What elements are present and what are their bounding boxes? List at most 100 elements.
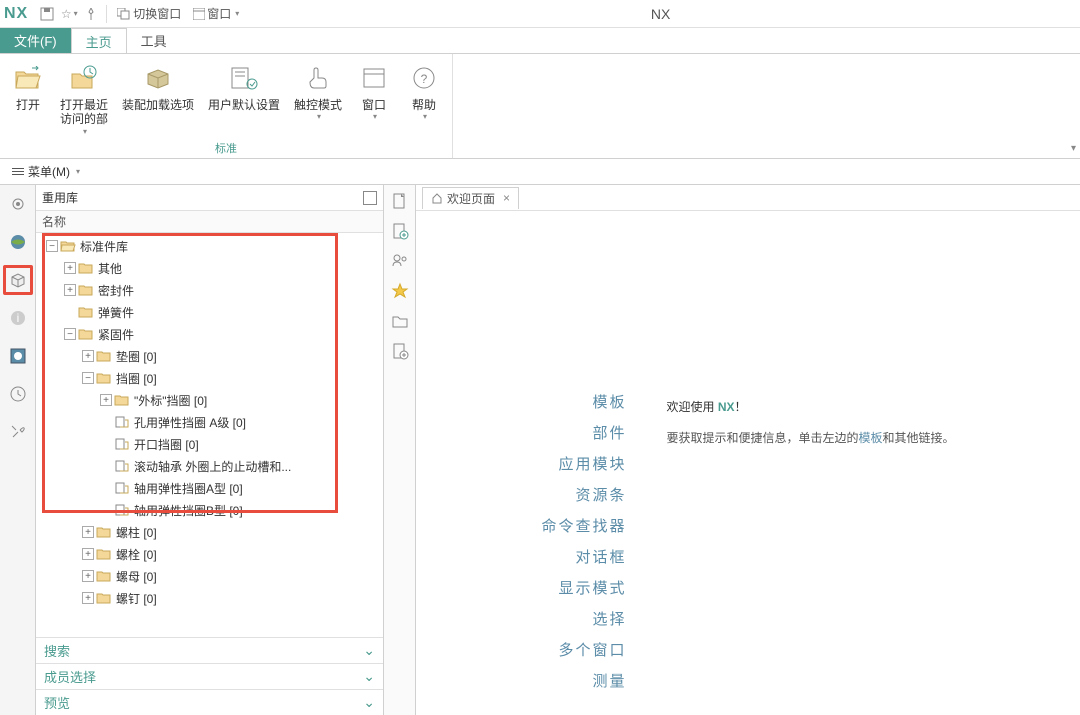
folder-icon <box>78 305 94 319</box>
tree-row[interactable]: +螺柱 [0] <box>36 521 383 543</box>
welcome-nav-link[interactable]: 多个窗口 <box>558 639 626 660</box>
expand-icon[interactable]: + <box>82 526 94 538</box>
nx-logo: NX <box>4 5 28 23</box>
collapse-icon[interactable]: − <box>46 240 58 252</box>
welcome-nav-link[interactable]: 资源条 <box>575 484 626 505</box>
reuse-library-panel: 重用库 名称 −标准件库+其他+密封件弹簧件−紧固件+垫圈 [0]−挡圈 [0]… <box>36 185 384 715</box>
item-icon <box>114 415 130 429</box>
column-header-name[interactable]: 名称 <box>36 211 383 233</box>
expand-icon[interactable]: + <box>100 394 112 406</box>
tree-row[interactable]: +其他 <box>36 257 383 279</box>
rail-info-icon[interactable]: i <box>3 303 33 333</box>
help-button[interactable]: ? 帮助 ▾ <box>400 60 448 138</box>
tree-view[interactable]: −标准件库+其他+密封件弹簧件−紧固件+垫圈 [0]−挡圈 [0]+"外标"挡圈… <box>36 233 383 637</box>
res-doc-plus-icon[interactable] <box>388 339 412 363</box>
save-icon[interactable] <box>36 3 58 25</box>
res-new-icon[interactable] <box>388 189 412 213</box>
chevron-down-icon: ⌄ <box>363 642 375 659</box>
tab-home[interactable]: 主页 <box>71 28 127 53</box>
expand-icon[interactable]: + <box>82 570 94 582</box>
tree-label: 螺母 [0] <box>116 568 157 585</box>
welcome-nav-link[interactable]: 模板 <box>592 391 626 412</box>
switch-window-button[interactable]: 切换窗口 <box>111 3 187 25</box>
star-icon[interactable]: ☆▾ <box>58 3 80 25</box>
tree-label: 密封件 <box>98 282 134 299</box>
window-title: NX <box>245 6 1076 22</box>
open-recent-icon <box>68 62 100 94</box>
res-people-icon[interactable] <box>388 249 412 273</box>
tree-row[interactable]: −挡圈 [0] <box>36 367 383 389</box>
ribbon: 打开 打开最近 访问的部 ▾ 装配加载选项 用户默认设置 触控模式 ▾ <box>0 54 1080 159</box>
tree-row[interactable]: 轴用弹性挡圈B型 [0] <box>36 499 383 521</box>
tree-row[interactable]: + 密封件 <box>36 279 383 301</box>
tree-row[interactable]: 孔用弹性挡圈 A级 [0] <box>36 411 383 433</box>
welcome-nav-link[interactable]: 部件 <box>592 422 626 443</box>
tree-label: 开口挡圈 [0] <box>134 436 199 453</box>
window-ribbon-button[interactable]: 窗口 ▾ <box>350 60 398 138</box>
open-button[interactable]: 打开 <box>4 60 52 138</box>
folder-icon <box>96 547 112 561</box>
separator <box>106 5 107 23</box>
window-button[interactable]: 窗口▾ <box>187 3 245 25</box>
tree-row[interactable]: +"外标"挡圈 [0] <box>36 389 383 411</box>
expand-icon[interactable]: + <box>82 548 94 560</box>
touch-mode-button[interactable]: 触控模式 ▾ <box>288 60 348 138</box>
tree-row[interactable]: +垫圈 [0] <box>36 345 383 367</box>
welcome-nav-link[interactable]: 命令查找器 <box>541 515 626 536</box>
rail-history-icon[interactable] <box>3 379 33 409</box>
assembly-icon <box>142 62 174 94</box>
tree-row[interactable]: 轴用弹性挡圈A型 [0] <box>36 477 383 499</box>
tree-row[interactable]: 弹簧件 <box>36 301 383 323</box>
member-section[interactable]: 成员选择 ⌄ <box>36 663 383 689</box>
welcome-nav-link[interactable]: 显示模式 <box>558 577 626 598</box>
maximize-icon[interactable] <box>363 191 377 205</box>
close-icon[interactable]: × <box>503 191 510 205</box>
tree-row[interactable]: +螺钉 [0] <box>36 587 383 609</box>
rail-gear-icon[interactable] <box>3 189 33 219</box>
burger-icon <box>12 168 24 175</box>
tab-tools[interactable]: 工具 <box>127 28 181 53</box>
rail-tools-icon[interactable] <box>3 417 33 447</box>
search-section[interactable]: 搜索 ⌄ <box>36 637 383 663</box>
assembly-load-button[interactable]: 装配加载选项 <box>116 60 200 138</box>
rail-browser-icon[interactable] <box>3 341 33 371</box>
pin-icon[interactable] <box>80 3 102 25</box>
tree-spacer <box>64 306 76 318</box>
tree-label: 滚动轴承 外圈上的止动槽和... <box>134 458 291 475</box>
expand-icon[interactable]: + <box>64 262 76 274</box>
tree-spacer <box>100 416 112 428</box>
res-star-icon[interactable] <box>388 279 412 303</box>
expand-icon[interactable]: + <box>64 284 76 296</box>
expand-icon[interactable]: + <box>82 350 94 362</box>
res-folder-icon[interactable] <box>388 309 412 333</box>
expand-icon[interactable]: + <box>82 592 94 604</box>
tree-row[interactable]: + 螺母 [0] <box>36 565 383 587</box>
rail-reuse-library-icon[interactable] <box>3 265 33 295</box>
ribbon-collapse-icon[interactable]: ▾ <box>1071 143 1076 154</box>
ribbon-tabstrip: 文件(F) 主页 工具 <box>0 28 1080 54</box>
open-recent-button[interactable]: 打开最近 访问的部 ▾ <box>54 60 114 138</box>
menu-button[interactable]: 菜单(M) ▾ <box>6 161 86 182</box>
preview-section[interactable]: 预览 ⌄ <box>36 689 383 715</box>
collapse-icon[interactable]: − <box>82 372 94 384</box>
rail-globe-icon[interactable] <box>3 227 33 257</box>
welcome-nav-link[interactable]: 选择 <box>592 608 626 629</box>
tree-row[interactable]: +螺栓 [0] <box>36 543 383 565</box>
res-add-icon[interactable] <box>388 219 412 243</box>
panel-header: 重用库 <box>36 185 383 211</box>
ribbon-group-standard: 打开 打开最近 访问的部 ▾ 装配加载选项 用户默认设置 触控模式 ▾ <box>0 54 453 158</box>
dropdown-icon: ▾ <box>317 112 321 121</box>
welcome-tab[interactable]: 欢迎页面 × <box>422 187 519 209</box>
welcome-subtext: 要获取提示和便捷信息，单击左边的模板和其他链接。 <box>666 429 954 446</box>
welcome-nav-link[interactable]: 对话框 <box>575 546 626 567</box>
tree-row[interactable]: 开口挡圈 [0] <box>36 433 383 455</box>
tree-row[interactable]: 滚动轴承 外圈上的止动槽和... <box>36 455 383 477</box>
tab-file[interactable]: 文件(F) <box>0 28 71 53</box>
tree-row[interactable]: −标准件库 <box>36 235 383 257</box>
collapse-icon[interactable]: − <box>64 328 76 340</box>
tree-row[interactable]: −紧固件 <box>36 323 383 345</box>
welcome-nav-link[interactable]: 应用模块 <box>558 453 626 474</box>
user-defaults-button[interactable]: 用户默认设置 <box>202 60 286 138</box>
welcome-nav-link[interactable]: 测量 <box>592 670 626 691</box>
dropdown-icon: ▾ <box>83 127 87 136</box>
